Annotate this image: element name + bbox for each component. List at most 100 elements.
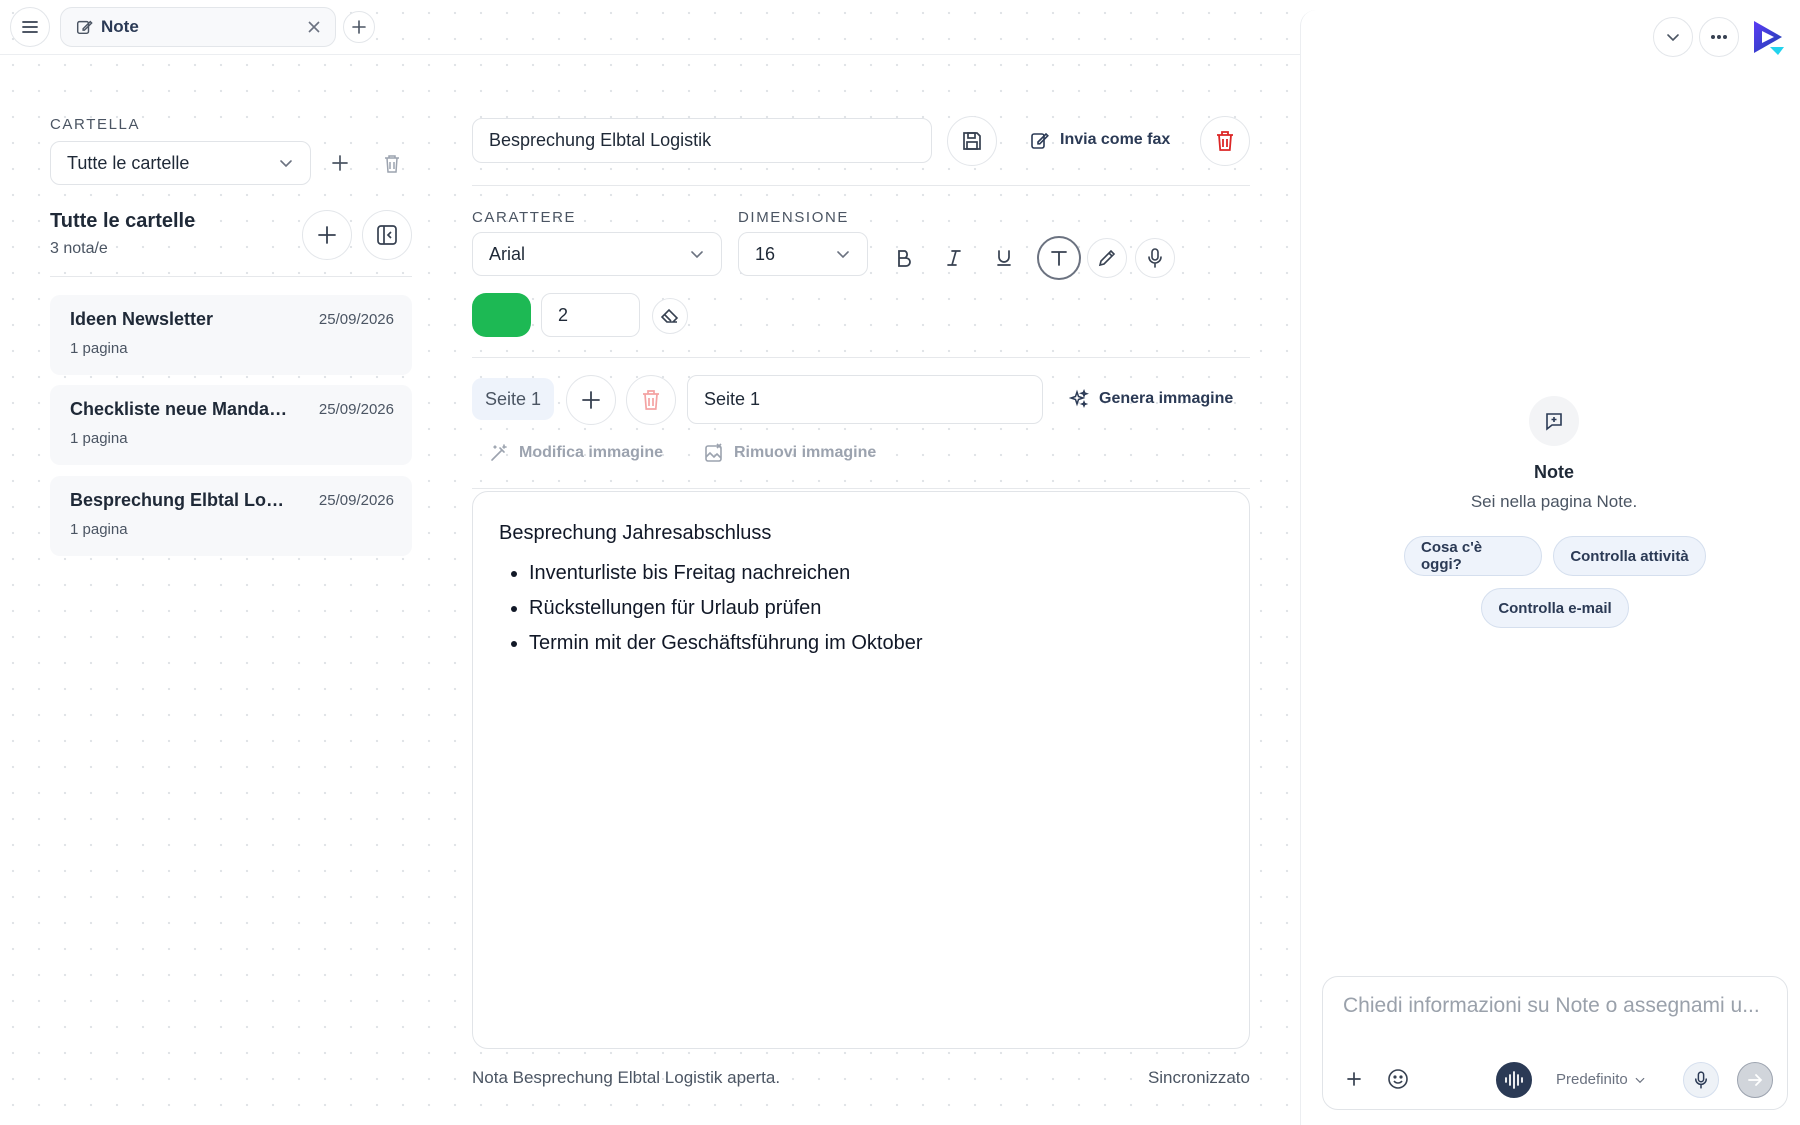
plus-icon bbox=[318, 226, 336, 244]
note-title-input[interactable]: Besprechung Elbtal Logistik bbox=[472, 118, 932, 163]
chat-input[interactable]: Chiedi informazioni su Note o assegnami … bbox=[1343, 994, 1773, 1018]
plus-icon bbox=[1347, 1072, 1361, 1086]
text-icon bbox=[1051, 251, 1067, 266]
note-list-item[interactable]: Besprechung Elbtal Logi... 25/09/2026 1 … bbox=[50, 476, 412, 556]
chevron-down-icon bbox=[691, 251, 703, 259]
note-pages: 1 pagina bbox=[70, 340, 128, 357]
more-horizontal-icon bbox=[1711, 35, 1727, 39]
add-folder-button[interactable] bbox=[331, 154, 349, 172]
note-editor[interactable]: Besprechung Jahresabschluss Inventurlist… bbox=[472, 491, 1250, 1049]
new-tab-button[interactable] bbox=[343, 11, 375, 43]
attach-button[interactable] bbox=[1346, 1071, 1362, 1087]
hamburger-icon bbox=[22, 21, 38, 33]
edit-image-label: Modifica immagine bbox=[519, 444, 664, 461]
plus-icon bbox=[332, 155, 348, 171]
editor-top-divider bbox=[472, 488, 1250, 489]
toggle-sidebar-button[interactable] bbox=[362, 210, 412, 260]
folder-select[interactable]: Tutte le cartelle bbox=[50, 141, 311, 185]
sidebar-collapse-icon bbox=[377, 225, 397, 245]
sparkles-icon bbox=[1069, 389, 1089, 409]
edit-note-icon bbox=[1031, 132, 1049, 149]
emoji-button[interactable] bbox=[1387, 1068, 1409, 1090]
suggestion-chip[interactable]: Cosa c'è oggi? bbox=[1404, 536, 1542, 576]
edit-note-icon bbox=[76, 20, 93, 35]
status-message: Nota Besprechung Elbtal Logistik aperta. bbox=[472, 1068, 781, 1087]
toolbar-divider bbox=[472, 357, 1250, 358]
underline-button[interactable] bbox=[984, 238, 1024, 278]
chat-mic-button[interactable] bbox=[1683, 1062, 1719, 1098]
suggestion-chip[interactable]: Controlla attività bbox=[1553, 536, 1706, 576]
trash-icon bbox=[643, 390, 659, 410]
page-chip[interactable]: Seite 1 bbox=[472, 378, 554, 420]
italic-button[interactable] bbox=[934, 238, 974, 278]
remove-image-label: Rimuovi immagine bbox=[734, 444, 877, 461]
menu-button[interactable] bbox=[10, 7, 50, 47]
send-fax-label: Invia come fax bbox=[1060, 131, 1171, 148]
more-options-button[interactable] bbox=[1699, 17, 1739, 57]
stroke-width-value: 2 bbox=[558, 304, 569, 325]
page-name-input[interactable]: Seite 1 bbox=[687, 375, 1043, 424]
add-page-button[interactable] bbox=[566, 375, 616, 425]
add-note-icon bbox=[1546, 413, 1562, 431]
close-icon bbox=[308, 21, 320, 33]
list-title: Tutte le cartelle bbox=[50, 210, 196, 232]
send-button[interactable] bbox=[1737, 1062, 1773, 1098]
tab-note[interactable]: Note bbox=[60, 7, 336, 47]
content-heading: Besprechung Jahresabschluss bbox=[499, 522, 772, 544]
delete-note-button[interactable] bbox=[1200, 116, 1250, 166]
stroke-width-input[interactable]: 2 bbox=[541, 293, 640, 337]
size-select[interactable]: 16 bbox=[738, 232, 868, 276]
dictation-button[interactable] bbox=[1135, 238, 1175, 278]
collapse-button[interactable] bbox=[1653, 17, 1693, 57]
suggestion-chip[interactable]: Controlla e-mail bbox=[1481, 588, 1629, 628]
content-list-item: Inventurliste bis Freitag nachreichen bbox=[529, 556, 1223, 591]
chevron-down-icon bbox=[280, 160, 292, 168]
send-fax-button[interactable]: Invia come fax bbox=[1030, 130, 1170, 150]
pen-color-swatch[interactable] bbox=[472, 293, 531, 337]
note-list-item[interactable]: Ideen Newsletter 25/09/2026 1 pagina bbox=[50, 295, 412, 375]
plus-icon bbox=[352, 20, 366, 34]
note-pages: 1 pagina bbox=[70, 430, 128, 447]
assistant-badge bbox=[1529, 396, 1579, 446]
font-select[interactable]: Arial bbox=[472, 232, 722, 276]
image-remove-icon bbox=[705, 443, 722, 462]
size-label: DIMENSIONE bbox=[738, 209, 850, 226]
eraser-button[interactable] bbox=[652, 298, 688, 334]
tab-label: Note bbox=[101, 17, 139, 36]
bold-button[interactable] bbox=[884, 238, 924, 278]
text-mode-button[interactable] bbox=[1037, 236, 1081, 280]
model-select[interactable]: Predefinito bbox=[1556, 1071, 1646, 1088]
microphone-icon bbox=[1695, 1071, 1707, 1089]
generate-image-button[interactable]: Genera immagine bbox=[1069, 389, 1233, 409]
edit-image-button[interactable]: Modifica immagine bbox=[489, 443, 663, 463]
header-divider bbox=[472, 185, 1250, 186]
save-button[interactable] bbox=[947, 116, 997, 166]
note-title: Checkliste neue Mandan... bbox=[70, 399, 292, 419]
chevron-down-icon bbox=[1635, 1077, 1645, 1083]
remove-image-button[interactable]: Rimuovi immagine bbox=[704, 443, 876, 463]
voice-mode-button[interactable] bbox=[1496, 1062, 1532, 1098]
magic-wand-icon bbox=[491, 444, 507, 461]
arrow-right-icon bbox=[1748, 1074, 1763, 1086]
top-divider bbox=[0, 54, 1300, 55]
delete-page-button[interactable] bbox=[626, 375, 676, 425]
generate-image-label: Genera immagine bbox=[1099, 390, 1234, 407]
eraser-icon bbox=[661, 308, 679, 323]
trash-icon bbox=[385, 155, 399, 173]
pen-button[interactable] bbox=[1087, 238, 1127, 278]
note-date: 25/09/2026 bbox=[318, 401, 394, 418]
note-date: 25/09/2026 bbox=[318, 311, 394, 328]
plus-icon bbox=[582, 391, 600, 409]
list-divider bbox=[50, 276, 412, 277]
note-list-item[interactable]: Checkliste neue Mandan... 25/09/2026 1 p… bbox=[50, 385, 412, 465]
content-list-item: Termin mit der Geschäftsführung im Oktob… bbox=[529, 626, 1223, 661]
font-select-value: Arial bbox=[489, 243, 526, 264]
list-count: 3 nota/e bbox=[50, 240, 108, 257]
model-select-value: Predefinito bbox=[1556, 1071, 1628, 1088]
delete-folder-button[interactable] bbox=[383, 154, 401, 174]
chevron-down-icon bbox=[1667, 34, 1679, 42]
close-tab-button[interactable] bbox=[307, 20, 321, 34]
bold-icon bbox=[898, 250, 911, 267]
smiley-icon bbox=[1388, 1069, 1408, 1089]
new-note-button[interactable] bbox=[302, 210, 352, 260]
